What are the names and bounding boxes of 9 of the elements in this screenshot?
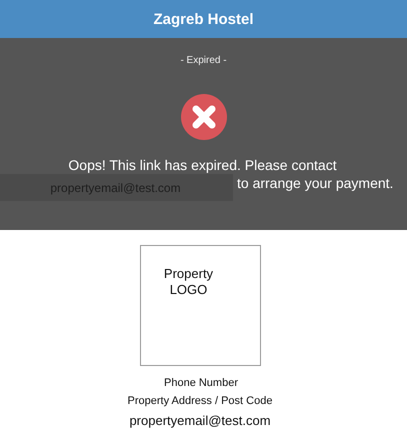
phone-text: Phone Number — [164, 377, 238, 389]
email-text: propertyemail@test.com — [129, 413, 271, 428]
status-message: Oops! This link has expired. Please contact — [68, 157, 337, 173]
status-message-end: to arrange your payment. — [237, 175, 394, 191]
logo-text: Property LOGO — [162, 266, 214, 298]
error-icon — [180, 94, 226, 140]
status-label: - Expired - — [180, 55, 227, 66]
address-text: Property Address / Post Code — [128, 395, 272, 407]
hotel-title: Zagreb Hostel — [153, 10, 254, 28]
